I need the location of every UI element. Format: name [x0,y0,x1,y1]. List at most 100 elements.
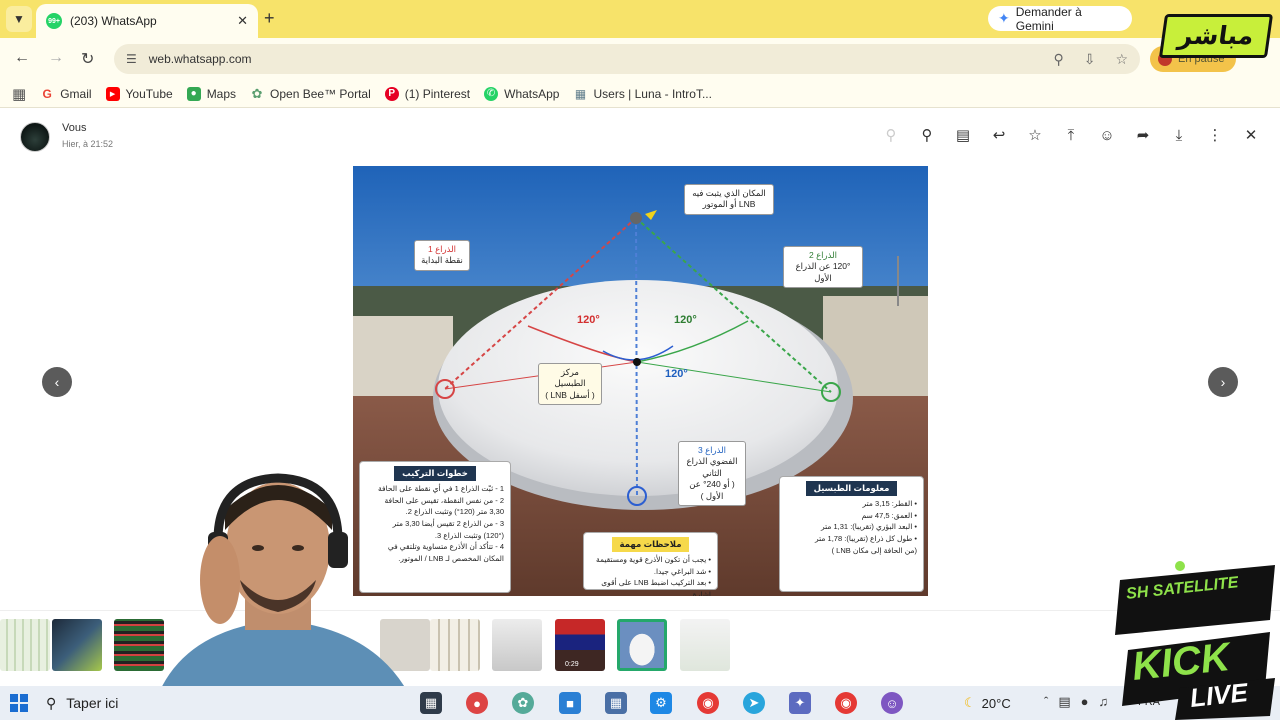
site-settings-icon[interactable]: ☰ [126,52,137,66]
openbee-icon: ✿ [251,85,263,101]
back-arrow-icon[interactable]: ← [14,49,30,67]
media-thumbnail[interactable] [680,619,730,671]
media-thumbnail[interactable] [0,619,50,671]
chevron-down-icon: ▼ [13,12,25,26]
bookmark-pinterest[interactable]: P (1) Pinterest [384,86,470,101]
sh-satellite-kick-live-logo: SH SATELLITE KICK LIVE [1110,560,1280,720]
microphone-icon[interactable]: ● [1081,694,1089,710]
address-bar[interactable]: ☰ web.whatsapp.com ⚲ ⇩ ☆ [114,44,1140,74]
satellite-app-icon[interactable]: ✦ [789,692,811,714]
emoji-icon[interactable]: ☺ [1096,124,1118,146]
volume-icon[interactable]: ♫ [1099,694,1109,710]
discord-icon[interactable]: ☺ [881,692,903,714]
close-icon[interactable]: ✕ [237,13,248,29]
chrome-active-icon[interactable]: ◉ [835,692,857,714]
bookmark-openbee[interactable]: ✿ Open Bee™ Portal [250,85,371,101]
calculator-icon[interactable]: ▦ [605,692,627,714]
callout-lnb: المكان الذي يثبت فيه LNB أو الموتور [684,184,774,215]
grid-icon: ▦ [574,86,587,101]
bookmark-youtube[interactable]: ▶ YouTube [105,86,173,101]
chevron-left-icon: ‹ [54,374,60,390]
zoom-out-icon[interactable]: ⚲ [880,124,902,146]
install-app-icon[interactable]: ⇩ [1084,51,1096,68]
active-media-thumbnail[interactable] [617,619,667,671]
whatsapp-favicon-icon: 99+ [46,13,62,29]
bookmark-gmail[interactable]: G Gmail [40,86,92,101]
media-viewer-header: Vous Hier, à 21:52 ⚲ ⚲ ▤ ↩ ☆ ⤒ ☺ ➦ ⤓ ⋮ ✕ [0,110,1280,162]
chevron-right-icon: › [1220,374,1226,390]
bookmark-whatsapp[interactable]: ✆ WhatsApp [484,86,559,101]
previous-media-button[interactable]: ‹ [42,367,72,397]
weather-widget[interactable]: ☾ 20°C [964,695,1011,711]
star-icon[interactable]: ☆ [1024,124,1046,146]
windows-taskbar: ⚲ Taper ici ▦ ● ✿ ■ ▦ ⚙ ◉ ➤ ✦ ◉ ☺ ☾ 20°C… [0,686,1280,720]
gemini-button[interactable]: ✦ Demander à Gemini [988,4,1132,33]
apps-grid-icon[interactable]: ▦ [12,85,26,103]
forward-arrow-icon[interactable]: → [48,49,64,67]
pin-icon[interactable]: ⤒ [1060,124,1082,146]
url-text: web.whatsapp.com [148,52,252,66]
reload-icon[interactable]: ↻ [81,49,94,69]
presenter-video [150,473,420,720]
tab-search-button[interactable]: ▼ [6,6,32,32]
sparkle-icon: ✦ [998,10,1010,26]
logo-live-text: LIVE [1188,677,1250,713]
screen-recorder-icon[interactable]: ● [466,692,488,714]
search-placeholder: Taper ici [66,695,119,711]
video-thumbnail[interactable]: 0:29 [555,619,605,671]
windows-start-icon[interactable] [10,694,28,712]
app-icon[interactable]: ✿ [512,692,534,714]
pinterest-icon: P [384,86,399,101]
bookmark-maps[interactable]: ● Maps [186,86,236,101]
dish-info-panel: معلومات الطبسيل • القطر: 3,15 متر • العم… [779,476,924,592]
download-icon[interactable]: ⤓ [1168,124,1190,146]
telegram-icon[interactable]: ➤ [743,692,765,714]
viewer-toolbar: ⚲ ⚲ ▤ ↩ ☆ ⤒ ☺ ➦ ⤓ ⋮ ✕ [880,124,1262,146]
browser-toolbar: ← → ↻ ☰ web.whatsapp.com ⚲ ⇩ ☆ [0,38,1280,80]
taskview-icon[interactable]: ▦ [420,692,442,714]
temperature: 20°C [981,695,1011,711]
media-thumbnail[interactable] [492,619,542,671]
chevron-up-icon[interactable]: ˆ [1044,694,1048,710]
plus-icon[interactable]: + [264,8,275,29]
network-icon[interactable]: ▤ [1058,694,1070,710]
zoom-icon[interactable]: ⚲ [1053,51,1063,68]
avatar[interactable] [20,122,50,152]
sent-time: Hier, à 21:52 [62,139,114,149]
webcam-overlay [130,470,430,720]
notes-panel: ملاحظات مهمة • يجب أن تكون الأذرع قوية و… [583,532,718,596]
tab-whatsapp[interactable]: 99+ (203) WhatsApp ✕ [36,4,258,38]
bookmark-luna[interactable]: ▦ Users | Luna - IntroT... [573,87,712,101]
youtube-icon: ▶ [105,86,120,101]
windows-settings-icon[interactable]: ⚙ [650,692,672,714]
video-duration: 0:29 [565,661,579,668]
bookmark-star-icon[interactable]: ☆ [1115,51,1128,68]
show-in-chat-icon[interactable]: ▤ [952,124,974,146]
taskbar-search[interactable]: ⚲ Taper ici [46,690,146,716]
reply-icon[interactable]: ↩ [988,124,1010,146]
media-thumbnail[interactable] [52,619,102,671]
zoom-in-icon[interactable]: ⚲ [916,124,938,146]
forward-icon[interactable]: ➦ [1132,124,1154,146]
bookmarks-bar: ▦ G Gmail ▶ YouTube ● Maps ✿ Open Bee™ Porta… [0,80,1280,108]
file-explorer-icon[interactable]: ■ [559,692,581,714]
gmail-icon: G [42,86,52,101]
gemini-label: Demander à Gemini [1015,4,1082,33]
angle-label-1: 120° [577,314,600,326]
callout-arm-3: الذراع 3 الفضوي الذراع الثاني ( أو 240° … [678,441,746,507]
more-options-icon[interactable]: ⋮ [1204,124,1226,146]
whatsapp-icon: ✆ [484,86,499,101]
next-media-button[interactable]: › [1208,367,1238,397]
tab-title: (203) WhatsApp [70,14,157,28]
callout-center: مركز الطبسيل ( أسفل LNB ) [538,363,602,406]
close-icon[interactable]: ✕ [1240,124,1262,146]
tab-strip: ▼ 99+ (203) WhatsApp ✕ + ✦ Demander à Ge… [0,0,1280,38]
maps-icon: ● [186,86,201,101]
callout-arm-1: الذراع 1 نقطة البداية [414,240,470,271]
chrome-icon[interactable]: ◉ [697,692,719,714]
system-tray: ˆ ▤ ● ♫ [1044,694,1108,710]
live-logo-arabic: مباشر [1158,14,1274,58]
media-thumbnail[interactable] [430,619,480,671]
satellite-dish-image: 120° 120° 120° المكان الذي يثبت فيه LNB … [353,166,928,596]
angle-label-2: 120° [674,314,697,326]
